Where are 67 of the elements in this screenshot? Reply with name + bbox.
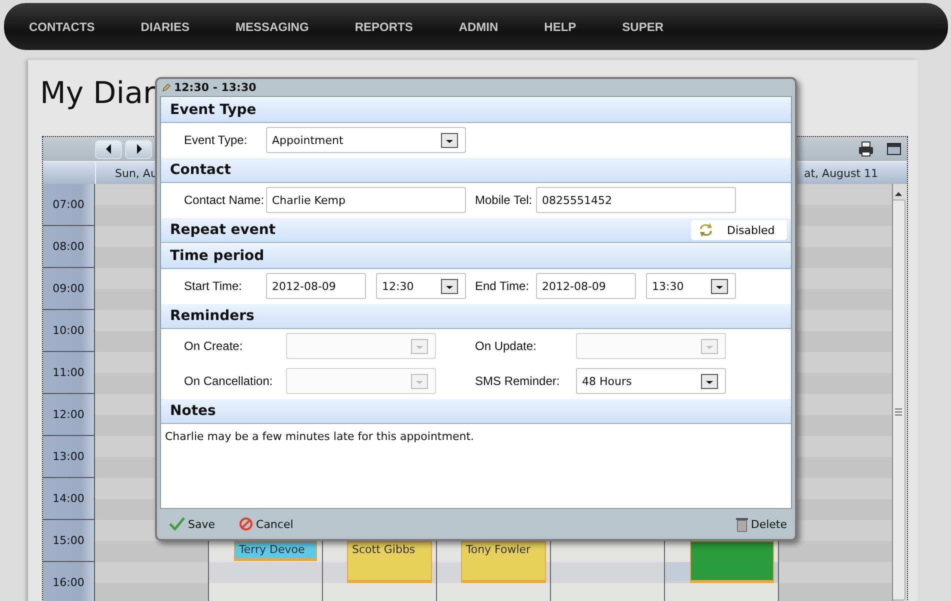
hour-label: 12:00 xyxy=(52,408,84,421)
section-title: Time period xyxy=(170,248,264,264)
event-block[interactable]: Tony Fowler xyxy=(461,541,546,581)
input-field[interactable]: 2012-08-09 xyxy=(536,273,636,299)
delete-button[interactable]: Delete xyxy=(734,514,789,534)
dropdown-field[interactable]: 12:30 xyxy=(376,273,466,299)
dropdown-field[interactable]: 13:30 xyxy=(646,273,736,299)
field-label: End Time: xyxy=(475,279,530,293)
cancel-button[interactable]: Cancel xyxy=(237,515,296,533)
section-title: Repeat event xyxy=(170,222,276,238)
right-arrow-icon xyxy=(134,144,142,154)
section-title: Contact xyxy=(170,162,231,178)
field-label: Mobile Tel: xyxy=(475,193,534,207)
nav-item[interactable]: MESSAGING xyxy=(235,18,309,36)
section-title: Reminders xyxy=(170,308,254,324)
dropdown-icon[interactable] xyxy=(711,278,728,294)
nav-item[interactable]: CONTACTS xyxy=(29,18,95,36)
section-title: Notes xyxy=(170,403,216,419)
event-block[interactable]: Terry Devoe xyxy=(234,541,317,559)
field-label: On Update: xyxy=(475,339,538,353)
hour-label: 08:00 xyxy=(52,240,84,253)
notes-field[interactable]: Charlie may be a few minutes late for this appointment. xyxy=(161,424,791,506)
nav-item[interactable]: SUPER xyxy=(622,18,664,36)
field-label: Event Type: xyxy=(184,133,248,147)
checkmark-icon xyxy=(169,517,185,531)
page-title: My Diar xyxy=(40,76,156,110)
field-label: SMS Reminder: xyxy=(475,374,561,388)
dropdown-field[interactable]: Appointment xyxy=(266,127,466,153)
field-label: On Create: xyxy=(184,339,244,353)
trash-icon xyxy=(736,516,748,532)
pencil-icon xyxy=(162,83,171,92)
hour-label: 11:00 xyxy=(52,366,84,379)
hour-label: 13:00 xyxy=(52,450,84,463)
dropdown-icon[interactable] xyxy=(441,278,458,294)
repeat-toggle[interactable]: Disabled xyxy=(691,220,787,240)
hour-label: 10:00 xyxy=(52,324,84,337)
event-block[interactable]: Scott Gibbs xyxy=(347,541,432,581)
window-icon[interactable] xyxy=(887,143,901,155)
input-field[interactable]: 0825551452 xyxy=(536,187,736,213)
dialog-title: 12:30 - 13:30 xyxy=(174,81,256,94)
field-label: Start Time: xyxy=(184,279,244,293)
day-header: at, August 11 xyxy=(803,166,878,180)
hour-label: 09:00 xyxy=(52,282,84,295)
left-arrow-icon xyxy=(104,144,112,154)
hour-label: 07:00 xyxy=(52,198,84,211)
next-button[interactable] xyxy=(125,140,152,158)
hour-label: 14:00 xyxy=(52,492,84,505)
save-button[interactable]: Save xyxy=(167,515,218,533)
repeat-icon xyxy=(697,222,715,238)
dropdown-icon[interactable] xyxy=(701,374,718,388)
cancel-icon xyxy=(239,517,254,531)
dropdown-field[interactable]: 48 Hours xyxy=(576,368,726,394)
hour-label: 15:00 xyxy=(52,534,84,547)
nav-item[interactable]: ADMIN xyxy=(458,18,498,36)
event-block[interactable] xyxy=(690,541,774,581)
nav-item[interactable]: DIARIES xyxy=(140,18,190,36)
field-label: On Cancellation: xyxy=(184,374,274,388)
dropdown-icon[interactable] xyxy=(441,132,458,148)
previous-button[interactable] xyxy=(95,140,122,158)
print-icon[interactable] xyxy=(858,141,874,157)
input-field[interactable]: Charlie Kemp xyxy=(266,187,466,213)
input-field[interactable]: 2012-08-09 xyxy=(266,273,366,299)
nav-item[interactable]: HELP xyxy=(544,18,576,36)
nav-item[interactable]: REPORTS xyxy=(354,18,413,36)
field-label: Contact Name: xyxy=(184,193,266,207)
hour-label: 16:00 xyxy=(52,576,84,589)
section-title: Event Type xyxy=(170,102,256,118)
